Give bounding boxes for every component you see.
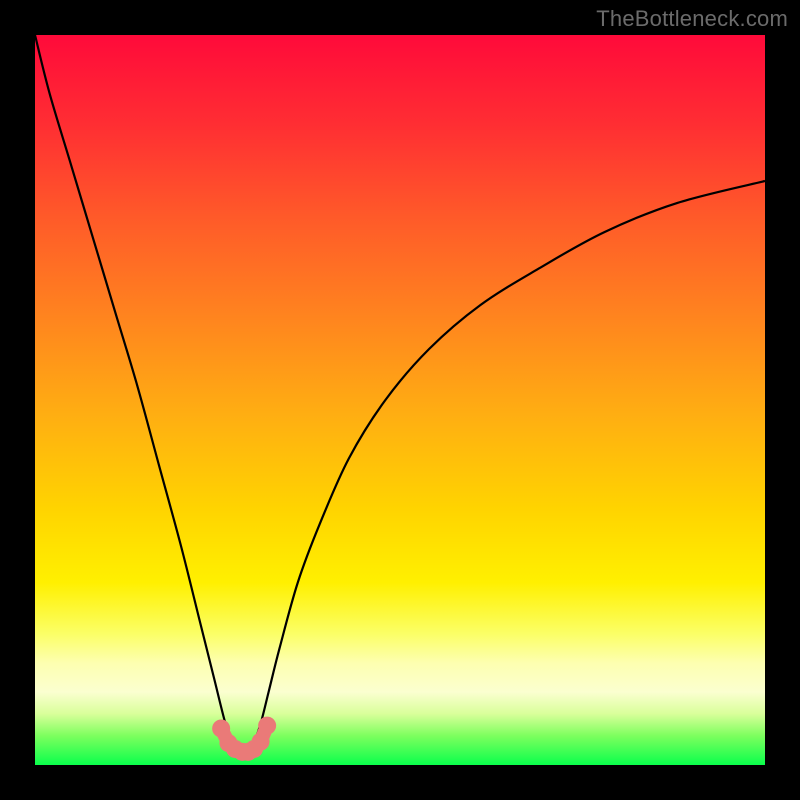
valley-markers-group — [212, 717, 276, 761]
watermark-text: TheBottleneck.com — [596, 6, 788, 32]
valley-point-6 — [252, 733, 270, 751]
valley-point-7 — [258, 717, 276, 735]
chart-frame: TheBottleneck.com — [0, 0, 800, 800]
curve-black-path — [35, 35, 765, 758]
chart-svg — [35, 35, 765, 765]
plot-area — [35, 35, 765, 765]
